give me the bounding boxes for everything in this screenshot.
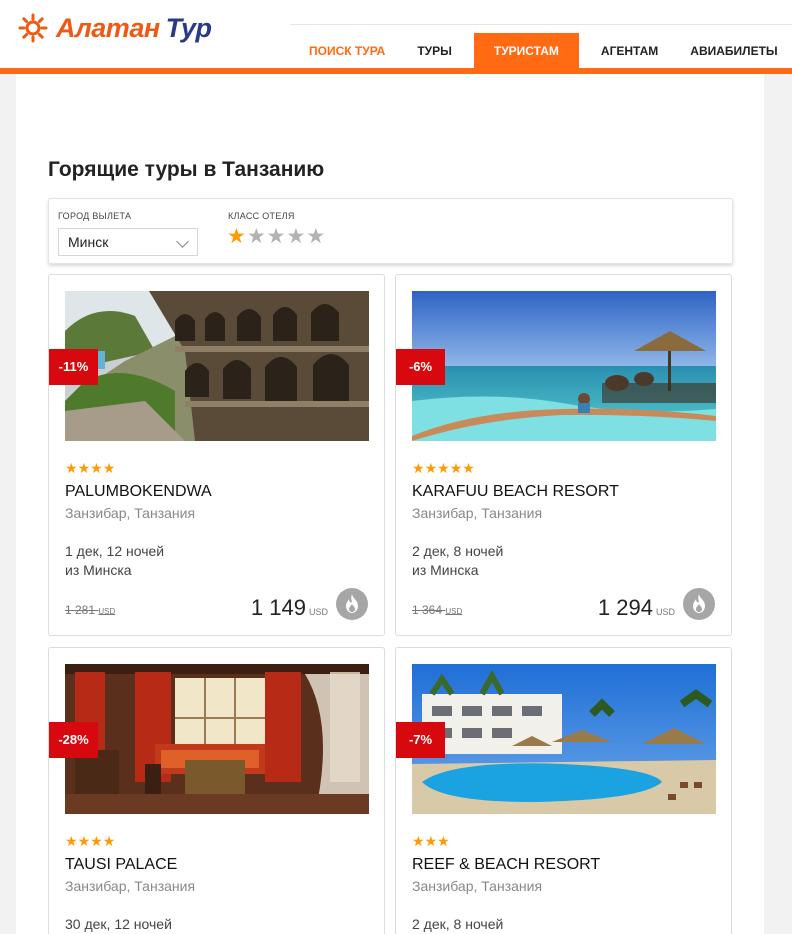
discount-badge: -7% xyxy=(396,722,445,758)
departure-city-select[interactable]: Минск xyxy=(58,228,198,256)
old-price: 1 364 USD xyxy=(412,603,462,617)
nav-item-search-tour[interactable]: Поиск тура xyxy=(293,33,401,70)
hotel-stars: ★★★★ xyxy=(65,461,115,475)
hotel-stars: ★★★★★ xyxy=(412,461,475,475)
hotel-class-star-5[interactable]: ★ xyxy=(306,226,325,247)
hotel-name[interactable]: KARAFUU BEACH RESORT xyxy=(412,483,619,501)
nav-item-tourists[interactable]: Туристам xyxy=(473,33,579,70)
star-icon: ★ xyxy=(424,833,438,849)
star-icon: ★ xyxy=(90,460,103,476)
hotel-photo[interactable] xyxy=(65,291,369,441)
price: 1 294 USD xyxy=(598,595,675,621)
star-icon: ★ xyxy=(65,460,78,476)
tour-card[interactable]: -7% ★★★ REEF & BEACH RESORT Занзибар, Та… xyxy=(395,647,732,934)
hotel-location: Занзибар, Танзания xyxy=(412,505,543,521)
logo[interactable]: Алатан Тур xyxy=(18,10,212,46)
star-icon: ★ xyxy=(437,460,450,476)
hotel-name[interactable]: REEF & BEACH RESORT xyxy=(412,856,600,874)
hotel-class-label: Класс отеля xyxy=(228,211,295,221)
nav-item-tours[interactable]: Туры xyxy=(401,33,468,70)
header-divider xyxy=(290,24,792,25)
hotel-class-star-3[interactable]: ★ xyxy=(267,226,286,247)
hotel-class-star-2[interactable]: ★ xyxy=(247,226,266,247)
old-price-value: 1 281 xyxy=(65,603,96,617)
tour-card[interactable]: -28% ★★★★ TAUSI PALACE Занзибар, Танзани… xyxy=(48,647,385,934)
page-title: Горящие туры в Танзанию xyxy=(48,158,325,181)
filter-box: Город вылета Минск Класс отеля ★ ★ ★ ★ ★ xyxy=(48,198,733,264)
hotel-class-rating: ★ ★ ★ ★ ★ xyxy=(227,226,325,247)
departure-from: из Минска xyxy=(65,562,132,578)
hotel-class-star-4[interactable]: ★ xyxy=(286,226,305,247)
tour-dates: 2 дек, 8 ночей xyxy=(412,916,504,932)
star-icon: ★ xyxy=(449,460,463,476)
logo-text-part1: Алатан xyxy=(56,12,160,43)
price: 1 149 USD xyxy=(251,595,328,621)
departure-from: из Минска xyxy=(412,562,479,578)
tour-dates: 1 дек, 12 ночей xyxy=(65,543,165,559)
nav-item-agents[interactable]: Агентам xyxy=(585,33,674,70)
hotel-location: Занзибар, Танзания xyxy=(412,878,543,894)
old-price-currency: USD xyxy=(445,607,463,616)
hotel-name[interactable]: TAUSI PALACE xyxy=(65,856,177,874)
price-currency: USD xyxy=(308,607,328,617)
old-price-currency: USD xyxy=(98,607,116,616)
discount-badge: -6% xyxy=(396,349,445,385)
star-icon: ★ xyxy=(65,833,78,849)
price-value: 1 294 xyxy=(597,595,653,620)
sun-logo-icon xyxy=(18,13,48,43)
hotel-name[interactable]: PALUMBOKENDWA xyxy=(65,483,212,501)
star-icon: ★ xyxy=(77,833,91,849)
discount-badge: -11% xyxy=(49,349,98,385)
hotel-class-star-1[interactable]: ★ xyxy=(227,226,246,247)
logo-text-part2: Тур xyxy=(165,12,212,43)
old-price: 1 281 USD xyxy=(65,603,115,617)
star-icon: ★ xyxy=(424,460,438,476)
star-icon: ★ xyxy=(437,833,450,849)
tour-card[interactable]: -11% ★★★★ PALUMBOKENDWA Занзибар, Танзан… xyxy=(48,274,385,636)
city-label: Город вылета xyxy=(58,211,132,221)
hotel-photo[interactable] xyxy=(65,664,369,814)
old-price-value: 1 364 xyxy=(412,603,443,617)
hotel-stars: ★★★★ xyxy=(65,834,115,848)
departure-city-value: Минск xyxy=(68,234,109,250)
star-icon: ★ xyxy=(102,460,116,476)
star-icon: ★ xyxy=(102,833,116,849)
hotel-location: Занзибар, Танзания xyxy=(65,505,196,521)
star-icon: ★ xyxy=(462,460,475,476)
chevron-down-icon xyxy=(176,235,189,248)
star-icon: ★ xyxy=(412,833,425,849)
tour-dates: 30 дек, 12 ночей xyxy=(65,916,172,932)
nav-item-air-tickets[interactable]: Авиабилеты xyxy=(674,33,792,70)
star-icon: ★ xyxy=(412,460,425,476)
star-icon: ★ xyxy=(90,833,103,849)
hotel-photo[interactable] xyxy=(412,291,716,441)
price-currency: USD xyxy=(655,607,675,617)
main-nav: Поиск тура Туры Туристам Агентам Авиабил… xyxy=(293,33,792,70)
fire-icon[interactable] xyxy=(683,588,715,620)
hotel-location: Занзибар, Танзания xyxy=(65,878,196,894)
tour-dates: 2 дек, 8 ночей xyxy=(412,543,504,559)
price-value: 1 149 xyxy=(250,595,306,620)
logo-text: Алатан Тур xyxy=(56,13,212,44)
star-icon: ★ xyxy=(77,460,91,476)
hotel-photo[interactable] xyxy=(412,664,716,814)
hotel-stars: ★★★ xyxy=(412,834,450,848)
fire-icon[interactable] xyxy=(336,588,368,620)
discount-badge: -28% xyxy=(49,722,98,758)
tour-card[interactable]: -6% ★★★★★ KARAFUU BEACH RESORT Занзибар,… xyxy=(395,274,732,636)
site-header: Алатан Тур Поиск тура Туры Туристам Агент… xyxy=(0,0,792,70)
